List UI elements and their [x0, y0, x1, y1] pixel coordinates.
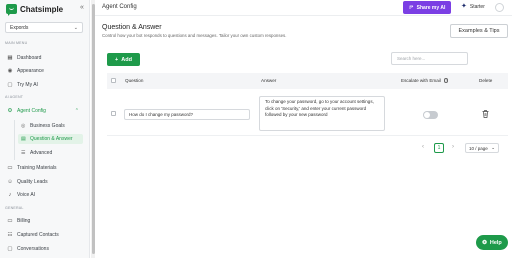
sidebar-item-try-my-ai[interactable]: ▢ Try My AI	[5, 80, 83, 90]
sidebar-item-label: Captured Contacts	[17, 232, 59, 238]
column-header-answer: Answer	[261, 78, 277, 83]
sidebar-item-label: Quality Leads	[17, 179, 48, 185]
sidebar-item-label: Question & Answer	[30, 136, 73, 142]
column-header-label: Escalate with Email	[401, 78, 441, 83]
pagination-next-icon[interactable]: ›	[452, 144, 454, 150]
share-my-ai-button[interactable]: Share my AI	[403, 1, 451, 14]
share-icon	[409, 5, 413, 9]
sidebar-item-label: Dashboard	[17, 55, 42, 61]
sidebar-item-agent-config[interactable]: ⚙ Agent Config ⌃	[5, 106, 83, 116]
eye-icon: ◉	[7, 68, 13, 74]
sidebar-item-label: Voice AI	[17, 192, 36, 198]
help-button[interactable]: ❂ Help	[476, 235, 508, 250]
book-icon: ▭	[7, 165, 13, 171]
sidebar-item-quality-leads[interactable]: ☺ Quality Leads	[5, 177, 83, 187]
page-size-select[interactable]: 10 / page ⌄	[465, 143, 499, 153]
trash-icon[interactable]	[482, 110, 489, 118]
target-icon: ◎	[21, 122, 26, 129]
sidebar-item-label: Business Goals	[30, 123, 65, 129]
page-title: Agent Config	[102, 4, 137, 10]
help-icon: ❂	[482, 239, 487, 246]
plan-label: Starter	[469, 3, 485, 10]
sidebar-item-voice-ai[interactable]: ♪ Voice AI	[5, 190, 83, 200]
answer-field[interactable]: To change your password, go to your acco…	[259, 96, 385, 131]
app-name: Chatsimple	[20, 4, 64, 14]
sidebar-item-advanced[interactable]: ☰ Advanced	[18, 148, 83, 158]
sidebar-item-label: Conversations	[17, 246, 49, 252]
section-description: Control how your bot responds to questio…	[102, 33, 287, 38]
question-field[interactable]: How do I change my password?	[124, 109, 250, 120]
topbar: Agent Config Share my AI ✦ Starter	[95, 0, 512, 16]
escalate-toggle[interactable]	[423, 111, 438, 119]
sidebar-item-dashboard[interactable]: ▦ Dashboard	[5, 53, 83, 63]
sidebar-item-business-goals[interactable]: ◎ Business Goals	[18, 121, 83, 131]
sliders-icon: ☰	[21, 149, 26, 156]
pagination-prev-icon[interactable]: ‹	[422, 144, 424, 150]
section-label-general: GENERAL	[5, 206, 24, 210]
qa-icon: ▤	[21, 135, 26, 142]
workspace-name: Expords	[10, 24, 29, 31]
search-input[interactable]	[391, 52, 468, 65]
grid-icon: ▦	[7, 55, 13, 61]
add-label: Add	[121, 56, 132, 63]
examples-tips-button[interactable]: Examples & Tips	[450, 24, 508, 38]
logo[interactable]: Chatsimple	[6, 4, 64, 16]
chevron-down-icon: ⌄	[73, 24, 78, 31]
chevron-down-icon: ⌄	[491, 145, 495, 150]
card-icon: ▭	[7, 218, 13, 224]
workspace-select[interactable]: Expords ⌄	[5, 22, 83, 33]
sidebar-item-label: Agent Config	[17, 108, 46, 114]
gear-icon: ⚙	[7, 108, 13, 114]
sidebar-item-label: Training Materials	[17, 165, 57, 171]
sidebar-item-training-materials[interactable]: ▭ Training Materials	[5, 163, 83, 173]
sidebar-item-captured-contacts[interactable]: ☷ Captured Contacts	[5, 230, 83, 240]
scrollbar-thumb[interactable]	[91, 4, 95, 254]
help-label: Help	[489, 239, 502, 246]
chatsimple-logo-icon	[6, 4, 17, 16]
chevron-up-icon: ⌃	[74, 108, 79, 114]
sidebar-item-appearance[interactable]: ◉ Appearance	[5, 66, 83, 76]
sidebar-item-label: Advanced	[30, 150, 53, 156]
sidebar-item-question-answer[interactable]: ▤ Question & Answer	[18, 134, 83, 144]
share-label: Share my AI	[416, 4, 446, 11]
select-all-checkbox[interactable]	[111, 78, 116, 83]
collapse-sidebar-icon[interactable]: «	[80, 4, 84, 11]
users-icon: ☺	[7, 179, 13, 185]
conversation-icon: ▢	[7, 246, 13, 252]
pagination-current-page[interactable]: 1	[434, 143, 444, 153]
sidebar-item-billing[interactable]: ▭ Billing	[5, 216, 83, 226]
add-question-button[interactable]: + Add	[107, 53, 140, 66]
chat-icon: ▢	[7, 82, 13, 88]
row-checkbox[interactable]	[111, 111, 116, 116]
sidebar-item-conversations[interactable]: ▢ Conversations	[5, 244, 83, 254]
contacts-icon: ☷	[7, 232, 13, 238]
sidebar-item-label: Billing	[17, 218, 31, 224]
section-title: Question & Answer	[102, 24, 162, 31]
plus-icon: +	[115, 56, 119, 63]
page-size-value: 10 / page	[469, 145, 488, 151]
section-label-ai-agent: AI AGENT	[5, 95, 24, 99]
sidebar-scrollbar[interactable]	[91, 0, 95, 258]
column-header-escalate: Escalate with Email i	[401, 78, 449, 83]
table-header: Question Answer Escalate with Email i De…	[107, 73, 508, 89]
info-icon[interactable]: i	[443, 78, 449, 83]
sidebar-item-label: Try My AI	[17, 82, 38, 88]
plan-badge[interactable]: ✦ Starter	[461, 3, 485, 10]
sparkle-icon: ✦	[461, 3, 467, 10]
submenu-rail	[14, 120, 15, 160]
sidebar: Chatsimple « Expords ⌄ MAIN MENU ▦ Dashb…	[0, 0, 90, 258]
mic-icon: ♪	[8, 192, 12, 198]
sidebar-item-label: Appearance	[17, 68, 44, 74]
toggle-knob	[424, 112, 430, 118]
avatar[interactable]	[495, 3, 504, 12]
column-header-question: Question	[125, 78, 144, 83]
column-header-delete: Delete	[479, 78, 493, 83]
section-label-main-menu: MAIN MENU	[5, 41, 28, 45]
